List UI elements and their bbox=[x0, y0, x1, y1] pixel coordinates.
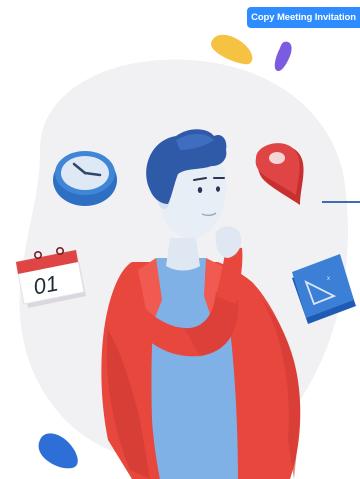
yellow-shape bbox=[211, 34, 253, 65]
purple-shape bbox=[274, 41, 292, 72]
thinking-man-illustration: 01 x bbox=[15, 34, 356, 479]
divider-line bbox=[322, 201, 360, 203]
copy-meeting-invitation-button[interactable]: Copy Meeting Invitation bbox=[247, 7, 360, 28]
clock-icon bbox=[53, 151, 117, 206]
svg-text:x: x bbox=[327, 276, 330, 282]
calendar-day-text: 01 bbox=[31, 270, 60, 299]
blue-blob bbox=[38, 433, 78, 469]
meeting-illustration-panel: 01 x Copy Meeting Invitation bbox=[0, 0, 360, 479]
